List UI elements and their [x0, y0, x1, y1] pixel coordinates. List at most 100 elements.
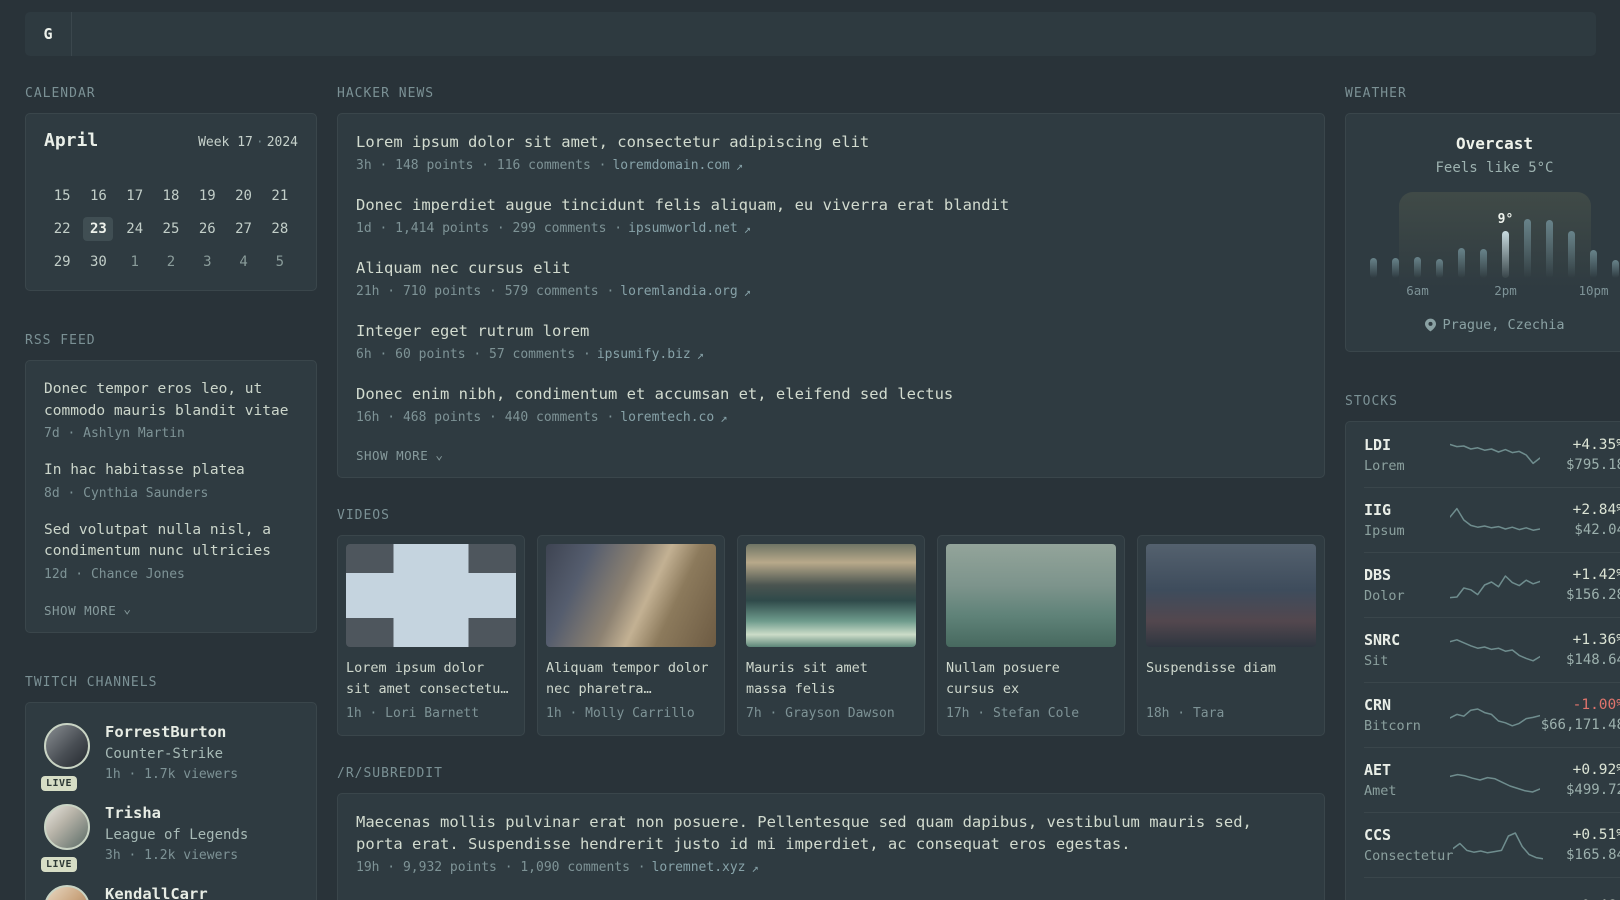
- twitch-channel-game: Counter-Strike: [105, 745, 224, 762]
- stock-row[interactable]: IIG Ipsum +2.84% $42.04: [1364, 487, 1620, 552]
- rss-item[interactable]: Sed volutpat nulla nisl, a condimentum n…: [44, 520, 298, 582]
- hackernews-item-domain-link[interactable]: loremtech.co: [620, 410, 714, 425]
- stock-price: $156.28: [1565, 587, 1620, 603]
- video-thumbnail[interactable]: [346, 544, 516, 647]
- hackernews-item-title[interactable]: Integer eget rutrum lorem: [356, 320, 1306, 342]
- subreddit-post-title[interactable]: Maecenas mollis pulvinar erat non posuer…: [356, 811, 1306, 855]
- video-card[interactable]: Suspendisse diam 18h · Tara: [1137, 535, 1325, 736]
- stock-sparkline: [1449, 708, 1540, 727]
- rss-item[interactable]: Donec tempor eros leo, ut commodo mauris…: [44, 379, 298, 441]
- location-pin-icon: [1424, 318, 1436, 332]
- weather-bar-slot: [1539, 200, 1561, 301]
- calendar-date-cell: 17: [126, 188, 144, 204]
- video-thumbnail[interactable]: [746, 544, 916, 647]
- hackernews-item[interactable]: Aliquam nec cursus elit 21h · 710 points…: [356, 257, 1306, 299]
- page-tab[interactable]: [122, 12, 124, 56]
- weather-bar-slot: [1451, 200, 1473, 301]
- calendar-dow: [153, 171, 189, 174]
- stock-row[interactable]: DBS Dolor +1.42% $156.28: [1364, 552, 1620, 617]
- video-card[interactable]: Aliquam tempor dolor nec pharetra… 1h · …: [537, 535, 725, 736]
- left-column: CALENDAR April Week 17 · 2024 15 16 17 1…: [25, 86, 317, 900]
- stock-symbol[interactable]: IIG: [1364, 501, 1450, 519]
- calendar-widget: April Week 17 · 2024 15 16 17 18 19 20 2…: [25, 113, 317, 291]
- video-title[interactable]: Aliquam tempor dolor nec pharetra…: [546, 658, 716, 700]
- hackernews-item[interactable]: Lorem ipsum dolor sit amet, consectetur …: [356, 131, 1306, 173]
- videos-heading: VIDEOS: [337, 508, 390, 523]
- twitch-channel-row[interactable]: KendallCarr: [44, 884, 298, 900]
- hackernews-item-title[interactable]: Donec imperdiet augue tincidunt felis al…: [356, 194, 1306, 216]
- hackernews-item[interactable]: Donec imperdiet augue tincidunt felis al…: [356, 194, 1306, 236]
- subreddit-post-domain-link[interactable]: loremnet.xyz: [652, 860, 746, 875]
- live-badge: LIVE: [41, 775, 78, 791]
- hackernews-item-domain-link[interactable]: loremdomain.com: [612, 158, 729, 173]
- twitch-channel-row[interactable]: LIVE ForrestBurton Counter-Strike 1h · 1…: [41, 722, 298, 791]
- stock-row[interactable]: CRN Bitcorn -1.00% $66,171.48: [1364, 682, 1620, 747]
- stock-symbol[interactable]: SNRC: [1364, 631, 1450, 649]
- hackernews-item-meta: 21h · 710 points · 579 comments · loreml…: [356, 284, 751, 299]
- stock-change: +2.84%: [1572, 502, 1620, 518]
- rss-item[interactable]: In hac habitasse platea 8d · Cynthia Sau…: [44, 460, 298, 501]
- weather-heading: WEATHER: [1345, 86, 1407, 101]
- external-link-icon: ↗: [743, 221, 751, 236]
- video-card[interactable]: Nullam posuere cursus ex 17h · Stefan Co…: [937, 535, 1125, 736]
- stock-row[interactable]: LDI Lorem +4.35% $795.18: [1364, 423, 1620, 487]
- stock-row[interactable]: SNRC Sit +1.36% $148.64: [1364, 617, 1620, 682]
- stock-symbol[interactable]: CRN: [1364, 696, 1450, 714]
- video-title[interactable]: Mauris sit amet massa felis: [746, 658, 916, 700]
- video-thumbnail[interactable]: [1146, 544, 1316, 647]
- avatar: [44, 884, 90, 900]
- stocks-widget: LDI Lorem +4.35% $795.18 IIG Ipsum +2.84…: [1345, 421, 1620, 900]
- stock-row[interactable]: AET Amet +0.92% $499.72: [1364, 747, 1620, 812]
- stock-row[interactable]: CCS Consectetur +0.51% $165.84: [1364, 812, 1620, 877]
- stock-name: Lorem: [1364, 458, 1405, 474]
- weather-temp-label: 9°: [1497, 212, 1514, 227]
- app-logo[interactable]: G: [25, 12, 72, 56]
- calendar-month: April: [44, 130, 99, 151]
- hackernews-item-title[interactable]: Aliquam nec cursus elit: [356, 257, 1306, 279]
- rss-item-title[interactable]: Donec tempor eros leo, ut commodo mauris…: [44, 379, 298, 422]
- stock-change: -1.00%: [1572, 697, 1620, 713]
- video-thumbnail[interactable]: [546, 544, 716, 647]
- video-title[interactable]: Nullam posuere cursus ex: [946, 658, 1116, 700]
- avatar: [44, 803, 90, 850]
- stock-symbol[interactable]: CCS: [1364, 826, 1453, 844]
- video-thumbnail[interactable]: [946, 544, 1116, 647]
- hackernews-item[interactable]: Donec enim nibh, condimentum et accumsan…: [356, 383, 1306, 425]
- calendar-date-cell: 25: [162, 221, 180, 237]
- page: G CALENDAR April Week 17 · 2024 15 16 17…: [0, 0, 1620, 900]
- stock-row[interactable]: AHS +0.46%: [1364, 877, 1620, 900]
- page-tab[interactable]: [178, 12, 180, 56]
- calendar-dow: [262, 171, 298, 174]
- rss-show-more-button[interactable]: SHOW MORE ⌄: [44, 601, 298, 618]
- hackernews-item-domain-link[interactable]: ipsumworld.net: [628, 221, 738, 236]
- twitch-channel-name[interactable]: KendallCarr: [105, 885, 208, 900]
- video-meta: 18h · Tara: [1146, 706, 1225, 721]
- hackernews-item-meta: 3h · 148 points · 116 comments · loremdo…: [356, 158, 744, 173]
- twitch-channel-name[interactable]: ForrestBurton: [105, 723, 238, 741]
- stock-symbol[interactable]: LDI: [1364, 436, 1450, 454]
- twitch-channel-row[interactable]: LIVE Trisha League of Legends 3h · 1.2k …: [41, 803, 298, 872]
- video-title[interactable]: Lorem ipsum dolor sit amet consectetu…: [346, 658, 516, 700]
- calendar-dow: [80, 171, 116, 174]
- subreddit-heading: /R/SUBREDDIT: [337, 766, 443, 781]
- stock-price: $499.72: [1565, 782, 1620, 798]
- hackernews-item-domain-link[interactable]: loremlandia.org: [620, 284, 737, 299]
- hackernews-item-title[interactable]: Donec enim nibh, condimentum et accumsan…: [356, 383, 1306, 405]
- video-card[interactable]: Mauris sit amet massa felis 7h · Grayson…: [737, 535, 925, 736]
- rss-item-title[interactable]: Sed volutpat nulla nisl, a condimentum n…: [44, 520, 298, 563]
- hackernews-item-domain-link[interactable]: ipsumify.biz: [597, 347, 691, 362]
- hackernews-show-more-button[interactable]: SHOW MORE ⌄: [356, 446, 1306, 463]
- video-title[interactable]: Suspendisse diam: [1146, 658, 1316, 700]
- twitch-channel-name[interactable]: Trisha: [105, 804, 248, 822]
- hackernews-item-title[interactable]: Lorem ipsum dolor sit amet, consectetur …: [356, 131, 1306, 153]
- video-card[interactable]: Lorem ipsum dolor sit amet consectetu… 1…: [337, 535, 525, 736]
- subreddit-post[interactable]: Maecenas mollis pulvinar erat non posuer…: [356, 811, 1306, 875]
- page-tab[interactable]: [94, 12, 96, 56]
- page-tab[interactable]: [150, 12, 152, 56]
- stock-symbol[interactable]: DBS: [1364, 566, 1450, 584]
- rss-item-title[interactable]: In hac habitasse platea: [44, 460, 298, 482]
- hackernews-item[interactable]: Integer eget rutrum lorem 6h · 60 points…: [356, 320, 1306, 362]
- video-meta: 17h · Stefan Cole: [946, 706, 1080, 721]
- stock-symbol[interactable]: AET: [1364, 761, 1450, 779]
- stock-change: +0.51%: [1572, 827, 1620, 843]
